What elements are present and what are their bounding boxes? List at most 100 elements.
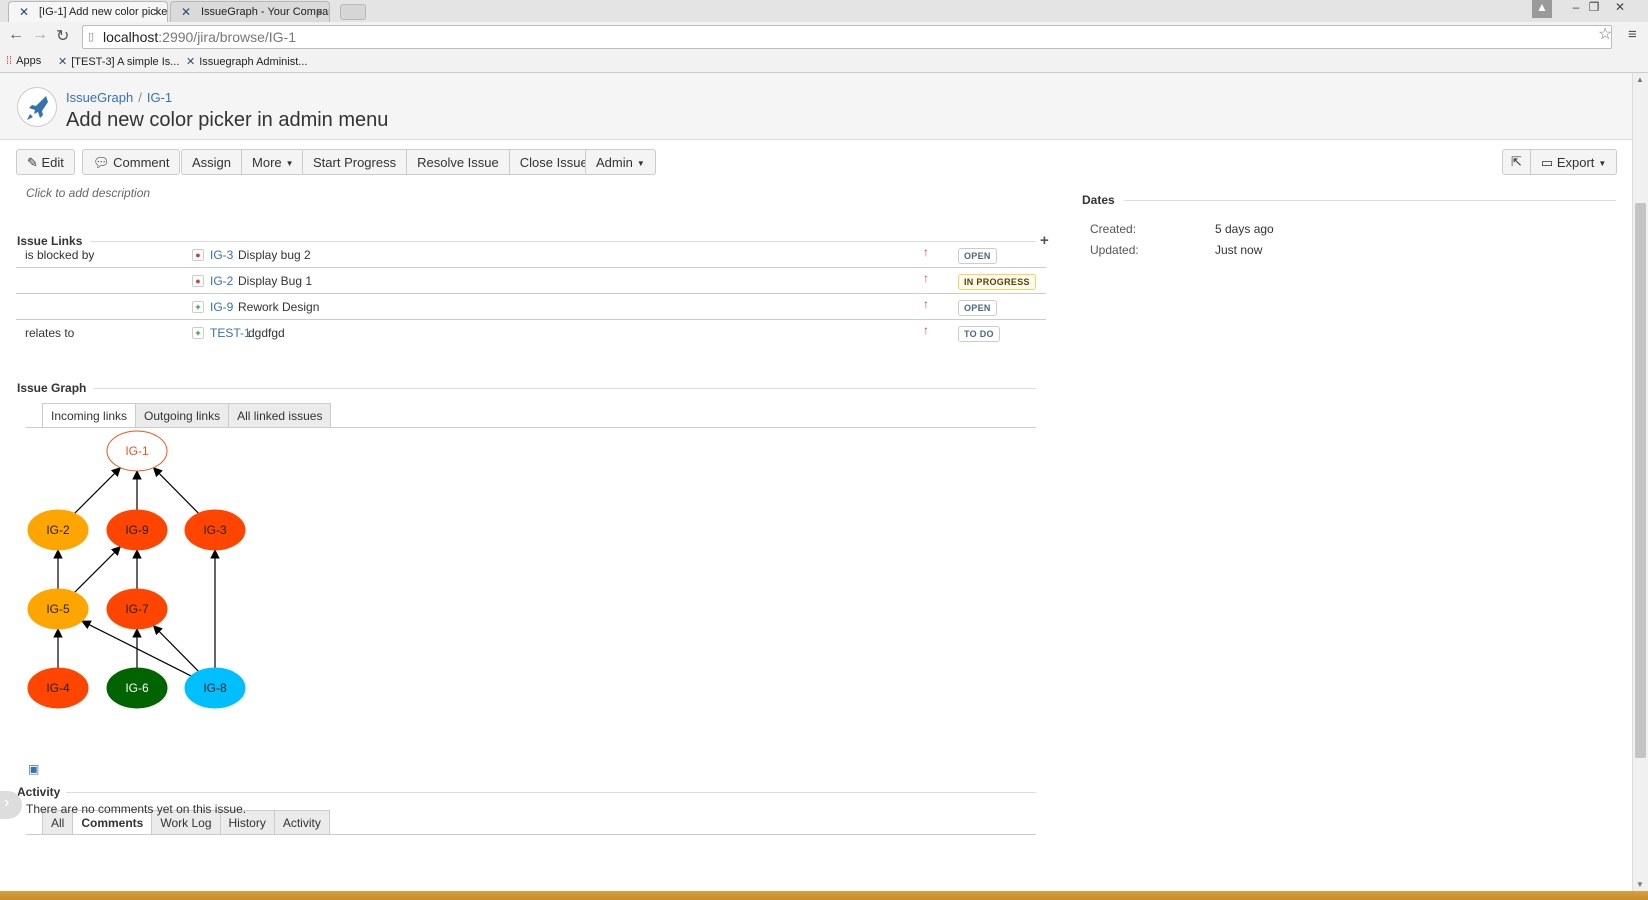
bookmark-label: Apps	[16, 55, 42, 67]
graph-node-ig-5[interactable]: IG-5	[27, 588, 89, 630]
browser-tab-title: [IG-1] Add new color picker in admin men…	[39, 6, 168, 18]
graph-node-ig-6[interactable]: IG-6	[106, 667, 168, 709]
graph-edge-ig-8-to-ig-7	[152, 625, 199, 672]
share-button[interactable]: ⇱	[1502, 149, 1531, 175]
section-divider	[66, 792, 1036, 793]
bookmarks-bar: ⁞⁞ Apps ✕ [TEST-3] A simple Is... ✕ Issuegr…	[0, 52, 1648, 72]
caret-down-icon: ▼	[285, 159, 294, 169]
browser-tab-inactive[interactable]: ✕ IssueGraph - Your Company JIRA ×	[170, 1, 330, 22]
graph-node-ig-1[interactable]: IG-1	[106, 430, 168, 472]
section-divider	[1124, 200, 1616, 201]
monitor-icon: ▭	[1540, 155, 1557, 170]
graph-node-label: IG-9	[125, 523, 149, 537]
rocket-icon	[27, 96, 48, 120]
created-label: Created:	[1090, 222, 1137, 236]
graph-node-label: IG-7	[125, 602, 149, 616]
more-dropdown[interactable]: More ▼	[241, 149, 305, 175]
priority-major-icon: ↑	[923, 245, 929, 259]
back-arrow-icon[interactable]: ←	[8, 26, 24, 44]
breadcrumb-project-link[interactable]: IssueGraph	[66, 90, 133, 105]
jira-icon: ✕	[58, 56, 68, 68]
bookmark-label: [TEST-3] A simple Is...	[71, 56, 180, 68]
linked-issue-key[interactable]: IG-2	[210, 274, 233, 288]
graph-node-label: IG-4	[46, 681, 70, 695]
page-scrollbar[interactable]: ▲ ▼	[1632, 73, 1648, 891]
dates-heading: Dates	[1082, 193, 1115, 207]
graph-node-ig-8[interactable]: IG-8	[184, 667, 246, 709]
bookmark-apps[interactable]: ⁞⁞ Apps	[6, 55, 41, 67]
address-bar[interactable]: ▯ localhost:2990/jira/browse/IG-1	[82, 25, 1612, 49]
speech-bubble-icon: 💬︎	[93, 155, 114, 170]
activity-heading: Activity	[17, 785, 61, 799]
status-badge: TO DO	[958, 326, 1000, 342]
breadcrumb: IssueGraph / IG-1	[66, 90, 172, 105]
edit-button-group: ✎ Edit	[16, 149, 75, 175]
new-tab-button[interactable]	[340, 4, 366, 20]
created-value: 5 days ago	[1215, 222, 1274, 236]
linked-issue-key[interactable]: IG-3	[210, 248, 233, 262]
browser-menu-icon[interactable]: ≡	[1628, 26, 1637, 43]
tab-activity[interactable]: Activity	[273, 810, 330, 835]
sidebar-expand-chevron-icon[interactable]: ›	[0, 791, 22, 819]
project-avatar[interactable]	[17, 87, 57, 127]
graph-node-label: IG-8	[203, 681, 227, 695]
comment-button[interactable]: 💬︎ Comment	[82, 149, 181, 175]
issue-summary-title[interactable]: Add new color picker in admin menu	[66, 109, 388, 132]
linked-issue-summary[interactable]: Display Bug 1	[238, 274, 312, 288]
breadcrumb-issue-link[interactable]: IG-1	[147, 90, 172, 105]
graph-node-label: IG-2	[46, 523, 70, 537]
scroll-down-icon[interactable]: ▼	[1636, 880, 1644, 889]
bookmark-issuegraph-admin[interactable]: ✕ Issuegraph Administ...	[186, 55, 307, 68]
admin-label: Admin	[596, 155, 633, 170]
bug-type-icon: ●	[192, 249, 204, 261]
browser-tab-active[interactable]: ✕ [IG-1] Add new color picker in admin m…	[8, 1, 168, 22]
assign-button[interactable]: Assign	[181, 149, 243, 175]
issue-header: IssueGraph / IG-1 Add new color picker in …	[0, 73, 1632, 140]
graph-node-ig-3[interactable]: IG-3	[184, 509, 246, 551]
linked-issue-summary[interactable]: dgdfgd	[248, 326, 285, 340]
caret-down-icon: ▼	[636, 159, 645, 169]
jira-icon: ✕	[186, 56, 196, 68]
graph-edge-ig-2-to-ig-1	[74, 466, 122, 514]
minimize-icon[interactable]: –	[1566, 0, 1586, 18]
export-dropdown[interactable]: ▭ Export ▼	[1529, 149, 1618, 175]
linked-issue-summary[interactable]: Display bug 2	[238, 248, 311, 262]
restore-icon[interactable]: ❐	[1584, 0, 1604, 18]
linked-issue-key[interactable]: TEST-1	[210, 326, 251, 340]
export-label: Export	[1556, 155, 1595, 170]
linked-issue-summary[interactable]: Rework Design	[238, 300, 319, 314]
graph-fullscreen-icon[interactable]: ▣	[28, 762, 39, 776]
comment-label: Comment	[113, 155, 170, 170]
reload-icon[interactable]: ↻	[56, 26, 69, 46]
pencil-icon: ✎	[27, 155, 42, 170]
graph-node-label: IG-6	[125, 681, 149, 695]
graph-node-ig-7[interactable]: IG-7	[106, 588, 168, 630]
graph-node-label: IG-1	[125, 444, 149, 458]
edit-button[interactable]: ✎ Edit	[16, 149, 75, 175]
bookmark-test3[interactable]: ✕ [TEST-3] A simple Is...	[58, 55, 179, 68]
admin-dropdown[interactable]: Admin ▼	[585, 149, 656, 175]
close-window-icon[interactable]: ✕	[1610, 0, 1630, 18]
linked-issue-key[interactable]: IG-9	[210, 300, 233, 314]
start-progress-button[interactable]: Start Progress	[302, 149, 408, 175]
browser-tab-title: IssueGraph - Your Company JIRA	[201, 6, 329, 18]
priority-major-icon: ↑	[923, 271, 929, 285]
share-export-group: ⇱ ▭ Export ▼	[1502, 149, 1618, 175]
description-placeholder[interactable]: Click to add description	[26, 186, 150, 200]
graph-node-label: IG-3	[203, 523, 227, 537]
bookmark-star-icon[interactable]: ☆	[1598, 24, 1612, 44]
resolve-issue-button[interactable]: Resolve Issue	[406, 149, 510, 175]
graph-node-ig-9[interactable]: IG-9	[106, 509, 168, 551]
scroll-up-icon[interactable]: ▲	[1636, 75, 1644, 84]
scrollbar-thumb[interactable]	[1635, 203, 1646, 758]
graph-node-ig-4[interactable]: IG-4	[27, 667, 89, 709]
user-profile-icon[interactable]: ▲	[1532, 0, 1552, 18]
graph-node-ig-2[interactable]: IG-2	[27, 509, 89, 551]
close-tab-icon[interactable]: ×	[154, 5, 161, 19]
link-row: is blocked by ● IG-3 Display bug 2 ↑ OPE…	[16, 243, 1046, 268]
share-icon: ⇱	[1511, 154, 1522, 169]
close-tab-icon[interactable]: ×	[316, 5, 323, 19]
apps-grid-icon: ⁞⁞	[6, 55, 13, 67]
forward-arrow-icon[interactable]: →	[32, 26, 48, 44]
link-type-label: is blocked by	[25, 248, 95, 262]
